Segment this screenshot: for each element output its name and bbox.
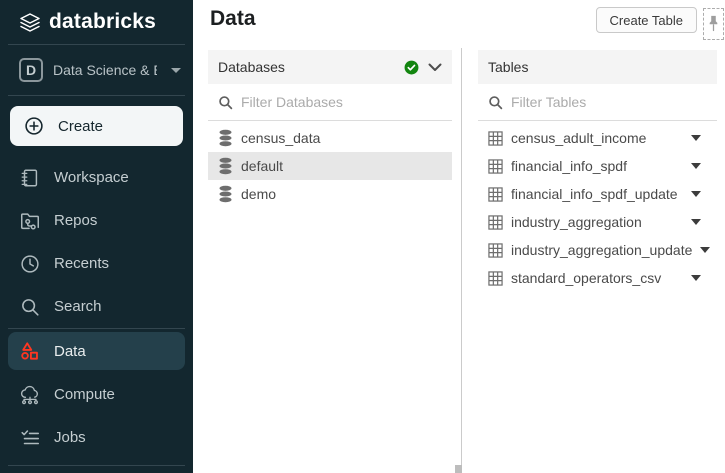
sidebar-item-label: Search — [54, 298, 102, 315]
jobs-checklist-icon — [19, 427, 41, 449]
caret-down-icon[interactable] — [691, 275, 701, 281]
table-row[interactable]: industry_aggregation_update — [478, 236, 717, 264]
compute-cluster-icon — [19, 384, 41, 406]
plus-circle-icon — [23, 115, 45, 137]
repos-folder-icon — [19, 210, 41, 232]
database-row[interactable]: demo — [208, 180, 452, 208]
table-grid-icon — [488, 187, 503, 202]
filter-databases-input[interactable] — [241, 94, 442, 110]
panel-resize-handle[interactable] — [455, 465, 462, 473]
databases-list: census_data default demo — [208, 121, 452, 208]
sidebar-item-data[interactable]: Data — [8, 332, 185, 370]
page-title: Data — [210, 7, 256, 31]
databases-panel-title: Databases — [218, 59, 285, 75]
caret-down-icon[interactable] — [691, 163, 701, 169]
table-name: census_adult_income — [511, 130, 646, 146]
sidebar-divider — [8, 328, 185, 329]
sidebar-item-workspace[interactable]: Workspace — [0, 156, 193, 199]
create-button-label: Create — [58, 118, 103, 135]
databases-filter-row — [208, 84, 452, 121]
table-grid-icon — [488, 159, 503, 174]
table-name: standard_operators_csv — [511, 270, 661, 286]
database-name: default — [241, 158, 283, 174]
database-icon — [218, 185, 233, 203]
filter-tables-input[interactable] — [511, 94, 707, 110]
workspace-selector[interactable]: D Data Science & E... — [0, 45, 193, 95]
table-row[interactable]: census_adult_income — [478, 124, 717, 152]
tables-panel-header: Tables — [478, 50, 717, 84]
sidebar-divider — [8, 465, 185, 466]
clock-icon — [19, 253, 41, 275]
tables-list: census_adult_income financial_info_spdf … — [478, 121, 717, 292]
sidebar-item-label: Jobs — [54, 429, 86, 446]
table-grid-icon — [488, 131, 503, 146]
database-row-selected[interactable]: default — [208, 152, 452, 180]
caret-down-icon[interactable] — [700, 247, 710, 253]
table-grid-icon — [488, 243, 503, 258]
chevron-down-icon[interactable] — [428, 63, 442, 72]
sidebar-item-search[interactable]: Search — [0, 285, 193, 328]
tables-filter-row — [478, 84, 717, 121]
sidebar-item-recents[interactable]: Recents — [0, 242, 193, 285]
tables-panel-title: Tables — [488, 59, 528, 75]
database-name: census_data — [241, 130, 320, 146]
databricks-logo-icon — [18, 11, 40, 33]
data-shapes-icon — [19, 340, 41, 362]
brand-wordmark: databricks — [49, 10, 156, 34]
search-icon — [218, 95, 233, 110]
table-name: financial_info_spdf_update — [511, 186, 678, 202]
workspace-notebook-icon — [19, 167, 41, 189]
sidebar-item-label: Recents — [54, 255, 109, 272]
sidebar-item-compute[interactable]: Compute — [0, 373, 193, 416]
table-row[interactable]: standard_operators_csv — [478, 264, 717, 292]
table-grid-icon — [488, 215, 503, 230]
sidebar-item-label: Workspace — [54, 169, 129, 186]
table-row[interactable]: financial_info_spdf — [478, 152, 717, 180]
sidebar-item-label: Repos — [54, 212, 97, 229]
brand-logo[interactable]: databricks — [0, 0, 193, 44]
table-grid-icon — [488, 271, 503, 286]
table-row[interactable]: financial_info_spdf_update — [478, 180, 717, 208]
sidebar-item-repos[interactable]: Repos — [0, 199, 193, 242]
search-icon — [19, 296, 41, 318]
create-button[interactable]: Create — [10, 106, 183, 146]
pin-icon[interactable] — [703, 8, 724, 40]
databases-panel-header: Databases — [208, 50, 452, 84]
workspace-selector-label: Data Science & E... — [53, 62, 157, 78]
sidebar-item-jobs[interactable]: Jobs — [0, 416, 193, 459]
sidebar: databricks D Data Science & E... Create … — [0, 0, 193, 473]
green-check-badge-icon — [404, 60, 419, 75]
table-name: industry_aggregation — [511, 214, 642, 230]
caret-down-icon[interactable] — [691, 219, 701, 225]
tables-panel: Tables census_adult_income f — [478, 50, 717, 292]
database-row[interactable]: census_data — [208, 124, 452, 152]
sidebar-divider — [8, 95, 185, 96]
create-table-button[interactable]: Create Table — [596, 7, 697, 33]
workspace-initial-badge: D — [19, 58, 43, 82]
table-name: industry_aggregation_update — [511, 242, 692, 258]
sidebar-item-label: Data — [54, 343, 86, 360]
caret-down-icon — [171, 68, 181, 73]
sidebar-item-label: Compute — [54, 386, 115, 403]
panel-divider — [461, 48, 462, 473]
table-name: financial_info_spdf — [511, 158, 627, 174]
database-icon — [218, 157, 233, 175]
databases-panel: Databases census — [208, 50, 452, 208]
database-icon — [218, 129, 233, 147]
table-row[interactable]: industry_aggregation — [478, 208, 717, 236]
caret-down-icon[interactable] — [691, 135, 701, 141]
database-name: demo — [241, 186, 276, 202]
search-icon — [488, 95, 503, 110]
caret-down-icon[interactable] — [691, 191, 701, 197]
